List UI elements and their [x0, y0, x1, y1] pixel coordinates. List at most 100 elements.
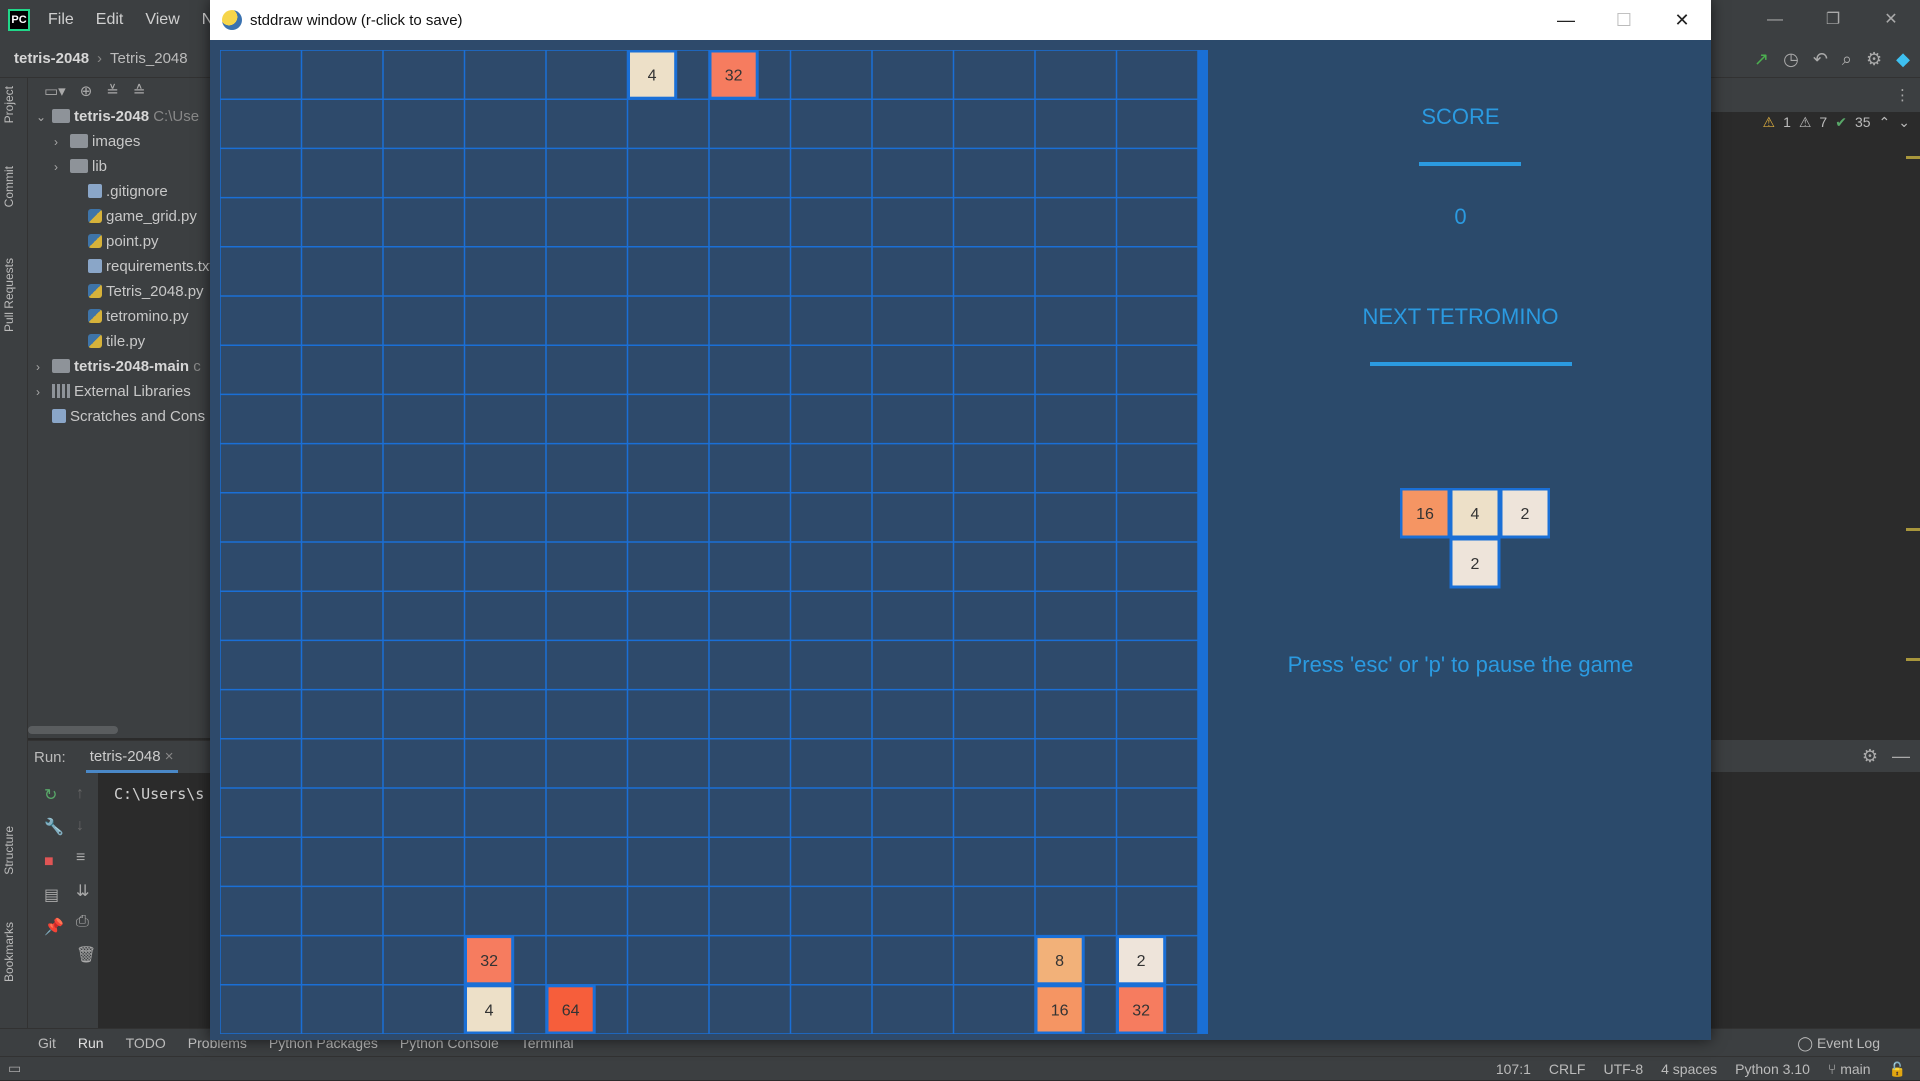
tile-value: 4: [648, 68, 657, 85]
ide-restore-button[interactable]: ❐: [1804, 0, 1862, 40]
breadcrumb-project[interactable]: tetris-2048: [14, 50, 89, 67]
tree-item[interactable]: › lib: [54, 154, 107, 179]
tree-item[interactable]: › tetris-2048-main c: [36, 354, 201, 379]
tree-item[interactable]: point.py: [72, 229, 159, 254]
bottom-tab-todo[interactable]: TODO: [126, 1035, 166, 1051]
up-icon[interactable]: ↑: [76, 785, 84, 803]
weak-warning-count: 7: [1819, 114, 1828, 130]
chevron-right-icon[interactable]: ›: [54, 155, 70, 180]
rerun-icon[interactable]: ↻: [44, 785, 57, 805]
menu-view[interactable]: View: [145, 11, 179, 29]
tab-structure[interactable]: Structure: [2, 826, 16, 875]
tree-item-label: lib: [92, 158, 108, 175]
tree-item[interactable]: game_grid.py: [72, 204, 197, 229]
tree-item[interactable]: tile.py: [72, 329, 145, 354]
status-caret-position[interactable]: 107:1: [1496, 1057, 1531, 1081]
stddraw-canvas[interactable]: 4 32 32 4 64 8 2 16 32 SCORE 0 NEXT TETROMINO 16…: [210, 40, 1711, 1040]
stop-icon[interactable]: ■: [44, 853, 54, 871]
panel-toggle-icon[interactable]: ▭: [8, 1060, 21, 1077]
inspection-widget[interactable]: ⚠ 1 ⚠ 7 ✔ 35 ⌃ ⌄: [1763, 114, 1911, 131]
grid-tile: 64: [545, 984, 596, 1034]
pin-icon[interactable]: 📌: [44, 917, 64, 937]
bottom-tab-run[interactable]: Run: [78, 1035, 104, 1051]
scroll-to-end-icon[interactable]: ⇊: [76, 881, 89, 901]
stddraw-maximize-button[interactable]: ☐: [1595, 0, 1653, 40]
expand-all-icon[interactable]: ≚: [106, 82, 119, 100]
stddraw-titlebar[interactable]: stddraw window (r-click to save) — ☐ ✕: [210, 0, 1711, 40]
status-interpreter[interactable]: Python 3.10: [1735, 1057, 1810, 1081]
tab-bookmarks[interactable]: Bookmarks: [2, 922, 16, 982]
tile-value: 2: [1521, 506, 1530, 523]
chevron-right-icon[interactable]: ›: [36, 355, 52, 380]
status-branch[interactable]: ⑂ main: [1828, 1057, 1871, 1081]
tile-value: 4: [485, 1002, 494, 1019]
trash-icon[interactable]: 🗑: [76, 945, 96, 965]
status-encoding[interactable]: UTF-8: [1603, 1057, 1643, 1081]
project-toolbar: ▭▾ ⊕ ≚ ≙: [28, 78, 218, 104]
locate-icon[interactable]: ⊕: [80, 82, 93, 100]
hide-panel-icon[interactable]: —: [1892, 746, 1910, 767]
scroll-marker[interactable]: [1906, 528, 1920, 531]
tree-item[interactable]: Tetris_2048.py: [72, 279, 204, 304]
chevron-right-icon[interactable]: ›: [36, 380, 52, 405]
collapse-all-icon[interactable]: ≙: [133, 82, 146, 100]
status-indent[interactable]: 4 spaces: [1661, 1057, 1717, 1081]
print-icon[interactable]: ⎙: [76, 913, 89, 931]
history-icon[interactable]: ◷: [1783, 49, 1799, 70]
tree-item[interactable]: ⌄ tetris-2048 C:\Use: [36, 104, 199, 129]
chevron-down-icon[interactable]: ⌄: [1898, 114, 1910, 131]
grid-tile: 4: [464, 984, 515, 1034]
event-log-button[interactable]: ◯ Event Log: [1797, 1029, 1880, 1057]
ide-minimize-button[interactable]: —: [1746, 0, 1804, 40]
tree-item-label: External Libraries: [74, 383, 191, 400]
tab-pull-requests[interactable]: Pull Requests: [2, 258, 16, 332]
status-line-separator[interactable]: CRLF: [1549, 1057, 1586, 1081]
menu-edit[interactable]: Edit: [96, 11, 124, 29]
gear-icon[interactable]: ⚙: [1862, 746, 1878, 767]
python-file-icon: [88, 309, 102, 323]
chevron-up-icon[interactable]: ⌃: [1879, 114, 1891, 131]
search-icon[interactable]: ⌕: [1842, 49, 1852, 70]
tab-commit[interactable]: Commit: [2, 166, 16, 207]
breadcrumb-file[interactable]: Tetris_2048: [110, 50, 188, 67]
tab-project[interactable]: Project: [2, 86, 16, 123]
project-horizontal-scrollbar[interactable]: [28, 726, 118, 734]
bottom-tab-git[interactable]: Git: [38, 1035, 56, 1051]
tile-value: 64: [562, 1002, 580, 1019]
run-tab-tetris[interactable]: tetris-2048 ×: [85, 741, 178, 773]
gear-icon[interactable]: ⚙: [1866, 49, 1882, 70]
soft-wrap-icon[interactable]: ≡: [76, 849, 85, 867]
scroll-marker[interactable]: [1906, 658, 1920, 661]
lock-icon[interactable]: 🔓: [1889, 1057, 1906, 1081]
vcs-push-icon[interactable]: ↗: [1754, 49, 1769, 70]
chevron-right-icon[interactable]: ›: [54, 130, 70, 155]
tree-item[interactable]: › External Libraries: [36, 379, 191, 404]
close-icon[interactable]: ×: [165, 748, 174, 765]
tree-item[interactable]: › images: [54, 129, 140, 154]
ide-statusbar: ▭ 107:1 CRLF UTF-8 4 spaces Python 3.10 …: [0, 1056, 1920, 1080]
menu-file[interactable]: File: [48, 11, 74, 29]
wrench-icon[interactable]: 🔧: [44, 817, 64, 837]
scroll-marker[interactable]: [1906, 156, 1920, 159]
tree-item[interactable]: requirements.txt: [72, 254, 214, 279]
run-console-output: C:\Users\s: [114, 785, 205, 803]
rollback-icon[interactable]: ↶: [1813, 49, 1828, 70]
down-icon[interactable]: ↓: [76, 817, 84, 835]
view-mode-icon[interactable]: ▭▾: [44, 82, 66, 100]
code-with-me-icon[interactable]: ◆: [1896, 49, 1910, 70]
layout-icon[interactable]: ▤: [44, 885, 59, 905]
run-toolbar: ↻ ↑ 🔧 ↓ ≡ ■ ⇊ ▤ ⎙ 📌 🗑: [28, 773, 98, 1029]
ide-close-button[interactable]: ✕: [1862, 0, 1920, 40]
ok-count: 35: [1854, 114, 1871, 130]
pause-hint: Press 'esc' or 'p' to pause the game: [1287, 652, 1634, 677]
stddraw-close-button[interactable]: ✕: [1653, 0, 1711, 40]
more-options-icon[interactable]: ⋮: [1895, 86, 1910, 104]
tree-item[interactable]: tetromino.py: [72, 304, 189, 329]
stddraw-minimize-button[interactable]: —: [1537, 0, 1595, 40]
tree-item[interactable]: .gitignore: [72, 179, 168, 204]
tree-item-label: Tetris_2048.py: [106, 283, 204, 300]
chevron-down-icon[interactable]: ⌄: [36, 105, 52, 130]
tile-value: 2: [1137, 953, 1146, 970]
tree-item[interactable]: Scratches and Cons: [36, 404, 205, 429]
folder-icon: [52, 109, 70, 123]
